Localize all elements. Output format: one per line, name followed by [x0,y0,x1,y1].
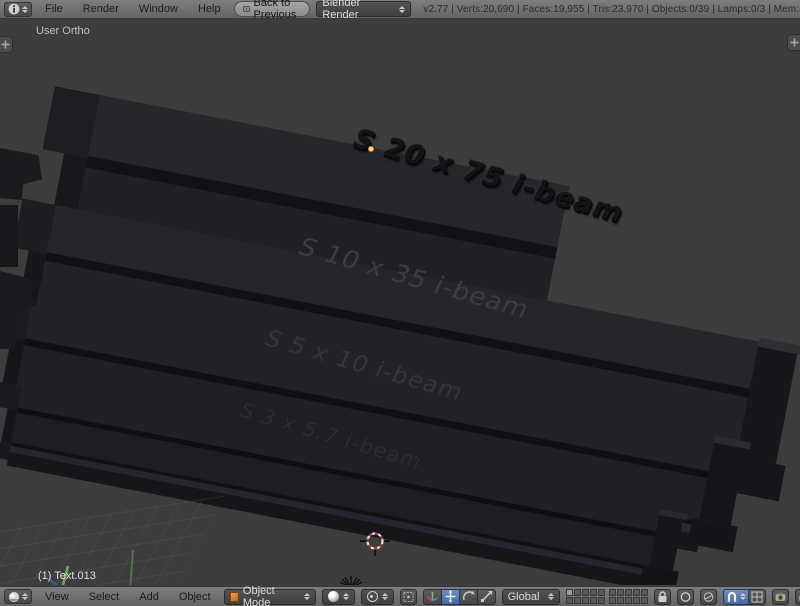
scale-manipulator-toggle[interactable] [477,588,496,605]
layer-toggle[interactable] [624,589,632,596]
back-to-previous-label: Back to Previous [253,0,297,21]
translate-manipulator-toggle[interactable] [441,588,460,605]
chevron-updown-icon [739,593,746,600]
camera-render-icon [775,592,785,601]
chevron-updown-icon [303,593,310,600]
layer-toggle[interactable] [565,597,573,604]
translate-icon [445,590,456,603]
viewport-header: View Select Add Object Object Mode Globa… [0,585,800,606]
menu-select[interactable]: Select [82,591,127,603]
shading-sphere-icon [327,591,339,602]
info-editor-icon [8,3,20,15]
view3d-editor-icon [9,591,19,602]
menu-window[interactable]: Window [132,3,185,15]
menu-object[interactable]: Object [172,591,218,603]
layer-toggle[interactable] [581,589,589,596]
pivot-point-select[interactable] [360,588,394,605]
viewport-shading-select[interactable] [321,588,355,605]
proportional-edit-select[interactable] [676,588,694,605]
mode-value: Object Mode [242,584,275,606]
object-mode-cube-icon [229,591,239,602]
layer-toggle[interactable] [597,597,605,604]
layer-toggle[interactable] [640,597,648,604]
opengl-render-animation-button[interactable] [794,588,800,605]
rotate-manipulator-toggle[interactable] [459,588,478,605]
chevron-updown-icon [547,593,554,600]
floor-grid [0,495,226,585]
layer-toggle[interactable] [589,589,597,596]
menu-view[interactable]: View [38,591,76,603]
render-engine-select[interactable]: Blender Render [316,0,412,21]
back-to-previous-button[interactable]: Back to Previous [233,0,311,21]
object-origin-dot [368,146,374,152]
active-object-label: (1) Text.013 [38,570,96,582]
tool-shelf-expand-button[interactable] [0,36,13,53]
menu-render[interactable]: Render [76,3,126,15]
snap-toggle[interactable] [722,588,749,605]
screen-back-icon [242,6,250,12]
snap-element-select[interactable] [748,588,766,605]
plus-icon [790,38,799,47]
proportional-falloff-select[interactable] [699,588,717,605]
menu-file[interactable]: File [38,3,70,15]
offscreen-beam-fragment[interactable] [0,205,18,267]
properties-shelf-expand-button[interactable] [787,34,800,51]
transform-orientation-select[interactable]: Global [501,588,560,605]
layer-toggle[interactable] [640,589,648,596]
scale-icon [480,591,492,602]
lock-to-scene-toggle[interactable] [653,588,671,605]
plus-icon [1,40,10,49]
editor-type-selector[interactable] [4,1,32,17]
chevron-updown-icon [22,5,28,13]
center-points-icon [403,591,414,602]
falloff-icon [703,591,713,602]
pivot-icon [366,591,378,602]
lock-icon [658,590,667,602]
layer-toggle[interactable] [608,589,616,596]
info-header: File Render Window Help Back to Previous… [0,0,800,21]
viewport-3d[interactable]: S 20 x 75 i-beam S 10 x 35 i-beam S 5 x … [0,19,800,585]
menu-help[interactable]: Help [191,3,228,15]
layer-toggle[interactable] [616,589,624,596]
manipulate-center-points-toggle[interactable] [399,588,417,605]
cursor-3d[interactable] [360,526,390,556]
scene-stats: v2.77 | Verts:20,690 | Faces:19,955 | Tr… [423,3,800,15]
layer-selector [565,589,648,604]
manipulator-widget-toggle[interactable] [422,588,442,605]
layer-toggle[interactable] [597,589,605,596]
rotate-icon [462,591,475,601]
chevron-updown-icon [22,593,28,600]
orientation-value: Global [507,590,540,603]
layer-toggle[interactable] [573,589,581,596]
view-name-label: User Ortho [36,25,90,37]
magnet-icon [727,591,736,602]
chevron-updown-icon [399,5,406,13]
layer-toggle[interactable] [581,597,589,604]
editor-type-selector[interactable] [4,589,32,604]
mode-select[interactable]: Object Mode [223,585,316,606]
opengl-render-button[interactable] [771,588,789,605]
menu-add[interactable]: Add [132,591,166,603]
chevron-updown-icon [342,593,349,600]
layer-toggle[interactable] [616,597,624,604]
layer-toggle[interactable] [624,597,632,604]
starburst-object[interactable] [337,574,365,585]
render-engine-value: Blender Render [322,0,361,21]
axis-manipulator-icon [426,592,438,602]
layer-toggle[interactable] [573,597,581,604]
layer-toggle[interactable] [632,597,640,604]
layer-toggle[interactable] [608,597,616,604]
layer-toggle[interactable] [589,597,597,604]
layer-toggle[interactable] [565,589,573,596]
layer-toggle[interactable] [632,589,640,596]
chevron-updown-icon [381,593,388,600]
snap-increment-icon [751,591,763,602]
proportional-edit-icon [680,591,690,602]
